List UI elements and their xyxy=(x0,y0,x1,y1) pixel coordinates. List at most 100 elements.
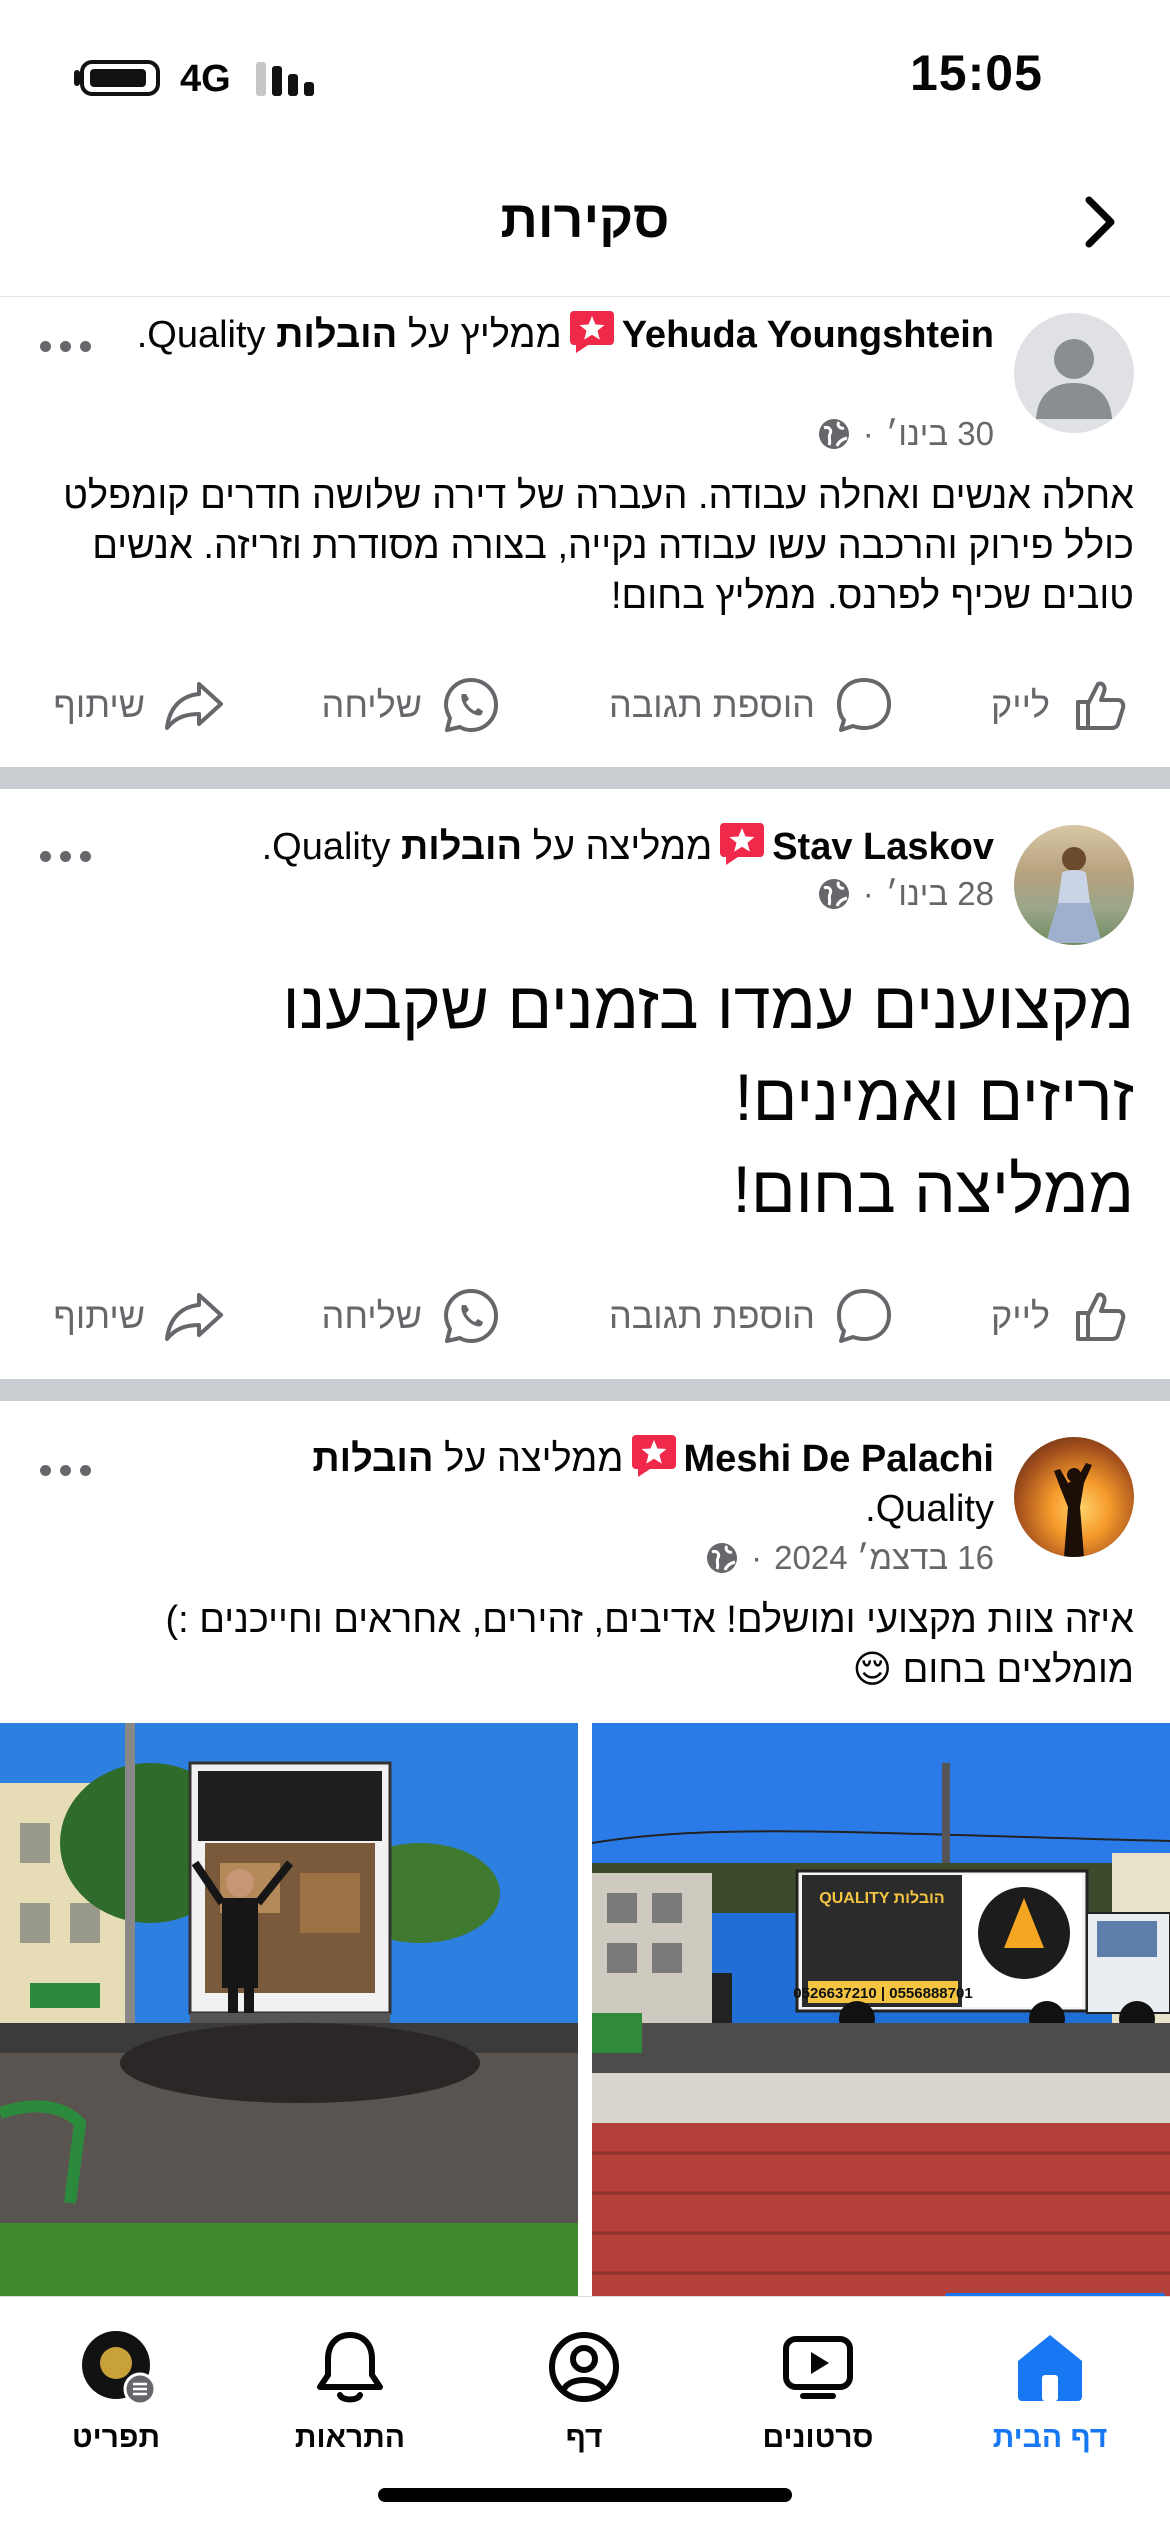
share-arrow-icon xyxy=(165,1293,223,1341)
globe-icon xyxy=(818,879,849,909)
post-text: אחלה אנשים ואחלה עבודה. העברה של דירה של… xyxy=(63,475,1134,617)
post-text-line: ממליצה בחום! xyxy=(732,1152,1134,1226)
avatar-default[interactable] xyxy=(1014,313,1134,433)
share-label: שיתוף xyxy=(53,1295,145,1336)
silhouette-photo xyxy=(1054,1463,1092,1557)
recommendation-star-icon xyxy=(569,311,614,353)
page-name-bold[interactable]: הובלות xyxy=(401,826,522,868)
tab-menu[interactable]: תפריט xyxy=(16,2327,216,2455)
tab-home[interactable]: דף הבית xyxy=(950,2327,1150,2455)
like-label: לייק xyxy=(990,684,1050,725)
post-photo-truck-rear[interactable] xyxy=(0,1723,578,2296)
post-date: 30 בינו׳ xyxy=(885,415,994,452)
review-post: Meshi De Palachi ממליצה על הובלות Quality… xyxy=(0,1401,1170,2296)
status-time: 15:05 xyxy=(910,45,1043,101)
tab-label: סרטונים xyxy=(762,2421,874,2454)
page-name-bold[interactable]: הובלות xyxy=(312,1438,433,1480)
meta-dot: · xyxy=(862,875,874,912)
bell-icon xyxy=(317,2332,383,2403)
tab-videos[interactable]: סרטונים xyxy=(718,2327,918,2455)
page-name-bold[interactable]: הובלות xyxy=(276,314,397,356)
post-actions: לייק הוספת תגובה שליחה שיתוף xyxy=(0,1271,1170,1361)
post-text-line: איזה צוות מקצועי ומושלם! אדיבים, זהירים,… xyxy=(165,1599,1134,1641)
status-bar: 4G 15:05 xyxy=(0,0,1170,150)
post-meta: 16 בדצמ׳ 2024 · xyxy=(705,1539,994,1577)
like-button[interactable]: לייק xyxy=(991,1271,1130,1361)
truck-side-photo: QUALITY הובלות 0526637210 | 0556888701 xyxy=(592,1723,1170,2296)
battery-tip xyxy=(74,70,80,86)
meta-dot: · xyxy=(862,415,874,452)
thumbs-up-icon xyxy=(1076,1292,1126,1341)
send-button[interactable]: שליחה xyxy=(322,660,503,750)
whatsapp-icon xyxy=(444,678,498,732)
comment-icon xyxy=(837,1289,891,1343)
comment-icon xyxy=(837,678,891,732)
send-button[interactable]: שליחה xyxy=(322,1271,503,1361)
recommendation-star-icon xyxy=(631,1435,676,1477)
truck-phones-text: 0526637210 | 0556888701 xyxy=(793,1985,972,2002)
send-label: שליחה xyxy=(321,1295,423,1336)
video-icon xyxy=(783,2336,853,2399)
post-actions: לייק הוספת תגובה שליחה שיתוף xyxy=(0,660,1170,750)
share-button[interactable]: שיתוף xyxy=(53,1271,225,1361)
post-header: Yehuda Youngshtein ממליץ על הובלות Qualit… xyxy=(134,307,994,360)
truck-rear-photo xyxy=(0,1723,578,2296)
like-button[interactable]: לייק xyxy=(991,660,1130,750)
share-button[interactable]: שיתוף xyxy=(53,660,225,750)
comment-label: הוספת תגובה xyxy=(608,1295,815,1336)
whatsapp-icon xyxy=(444,1289,498,1343)
person-icon xyxy=(1036,339,1112,419)
recommend-verb: ממליצה על xyxy=(532,826,713,868)
review-post: Yehuda Youngshtein ממליץ על הובלות Qualit… xyxy=(0,297,1170,767)
post-header: Meshi De Palachi ממליצה על הובלות Quality… xyxy=(234,1431,994,1534)
comment-button[interactable]: הוספת תגובה xyxy=(609,660,895,750)
battery-icon xyxy=(80,60,160,96)
post-date: 16 בדצמ׳ 2024 xyxy=(774,1539,994,1576)
page-name-rest[interactable]: Quality xyxy=(147,314,265,356)
menu-avatar-icon xyxy=(82,2331,156,2406)
more-options-button[interactable] xyxy=(40,847,96,867)
page-name-rest[interactable]: Quality xyxy=(876,1488,994,1530)
tab-label: תפריט xyxy=(71,2421,161,2454)
meta-dot: · xyxy=(751,1539,763,1576)
recommend-verb: ממליץ על xyxy=(407,314,562,356)
author-name[interactable]: Meshi De Palachi xyxy=(684,1438,994,1480)
post-text-large: מקצוענים עמדו בזמנים שקבענו זריזים ואמינ… xyxy=(34,959,1134,1235)
post-separator xyxy=(0,1379,1170,1401)
post-meta: 28 בינו׳ · xyxy=(817,875,994,913)
post-photo-truck-side[interactable]: QUALITY הובלות 0526637210 | 0556888701 xyxy=(592,1723,1170,2296)
avatar-meshi[interactable] xyxy=(1014,1437,1134,1557)
send-label: שליחה xyxy=(321,684,423,725)
comment-label: הוספת תגובה xyxy=(608,684,815,725)
share-label: שיתוף xyxy=(53,684,145,725)
tab-label: דף הבית xyxy=(992,2421,1108,2454)
share-arrow-icon xyxy=(165,682,223,730)
avatar-stav[interactable] xyxy=(1014,825,1134,945)
author-name[interactable]: Stav Laskov xyxy=(772,826,994,868)
back-chevron-icon[interactable] xyxy=(1075,192,1125,252)
tab-label: דף xyxy=(565,2421,603,2454)
post-text-line: מומלצים בחום 😌 xyxy=(852,1649,1134,1691)
truck-brand-text: QUALITY הובלות xyxy=(819,1889,944,1907)
post-separator xyxy=(0,767,1170,789)
recommendation-star-icon xyxy=(720,823,765,865)
tab-label: התראות xyxy=(294,2421,406,2454)
post-date: 28 בינו׳ xyxy=(885,875,994,912)
more-options-button[interactable] xyxy=(40,1461,96,1481)
profile-icon xyxy=(549,2332,619,2402)
nav-header: סקירות xyxy=(0,150,1170,297)
author-name[interactable]: Yehuda Youngshtein xyxy=(622,314,994,356)
like-label: לייק xyxy=(990,1295,1050,1336)
post-meta: 30 בינו׳ · xyxy=(817,415,994,453)
post-header: Stav Laskovממליצה על הובלות Quality. xyxy=(94,819,994,872)
person-photo xyxy=(1046,847,1102,943)
page-title: סקירות xyxy=(500,191,670,249)
tab-profile[interactable]: דף xyxy=(484,2327,684,2455)
comment-button[interactable]: הוספת תגובה xyxy=(609,1271,895,1361)
review-post: Stav Laskovממליצה על הובלות Quality. 28 … xyxy=(0,789,1170,1379)
signal-strength-icon xyxy=(256,62,318,96)
home-icon xyxy=(1018,2335,1082,2401)
tab-notifications[interactable]: התראות xyxy=(250,2327,450,2455)
more-options-button[interactable] xyxy=(40,337,96,357)
page-name-rest[interactable]: Quality xyxy=(272,826,390,868)
